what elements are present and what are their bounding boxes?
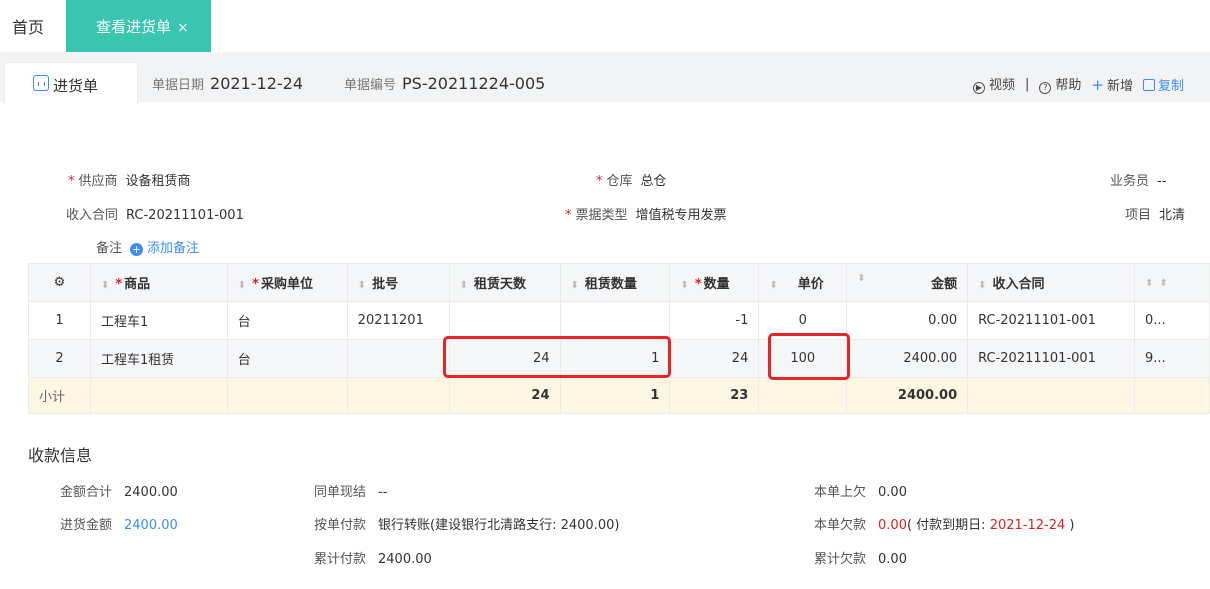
due-date: 2021-12-24 — [989, 518, 1066, 533]
doc-date-label: 单据日期 — [152, 78, 205, 93]
sort-icon: ⬍ — [459, 280, 468, 291]
total-amount: 金额合计 2400.00 — [60, 485, 178, 500]
add-button[interactable]: + 新增 — [1091, 75, 1133, 94]
add-note-button[interactable]: + 添加备注 — [130, 241, 199, 256]
toolbar-separator: | — [1024, 76, 1030, 92]
salesman-field: 业务员 -- — [1110, 174, 1167, 189]
col-more[interactable]: ⬍ ⬍ — [1134, 263, 1210, 302]
doc-number-label: 单据编号 — [344, 78, 397, 93]
cumulative-payment: 累计付款 2400.00 — [314, 552, 432, 567]
col-unit[interactable]: ⬍ * 采购单位 — [226, 263, 348, 302]
settings-cell[interactable]: ⚙ — [28, 263, 91, 302]
highlight-box-price — [768, 333, 850, 380]
table-row[interactable]: 1 工程车1 台 20211201 -1 0 0.00 RC-20211101-… — [28, 301, 1210, 340]
col-batch[interactable]: ⬍ 批号 — [346, 263, 450, 302]
close-icon[interactable]: × — [177, 20, 189, 36]
copy-icon — [1142, 78, 1155, 91]
doc-number: 单据编号 PS-20211224-005 — [344, 74, 545, 93]
col-contract[interactable]: ⬍ 收入合同 — [967, 263, 1136, 302]
note-field: 备注 + 添加备注 — [96, 241, 200, 256]
highlight-box-rent — [443, 336, 671, 378]
purchase-amount: 进货金额 2400.00 — [60, 518, 178, 533]
col-qty[interactable]: ⬍ * 数量 — [669, 263, 760, 302]
sort-icon: ⬍ — [978, 280, 987, 291]
video-button[interactable]: ▶ 视频 — [972, 74, 1015, 94]
warehouse-value[interactable]: 总仓 — [641, 174, 667, 189]
plus-circle-icon: + — [130, 243, 144, 256]
sort-icon: ⬍ — [570, 280, 579, 291]
help-button[interactable]: ? 帮助 — [1039, 74, 1081, 94]
play-icon: ▶ — [972, 82, 985, 94]
invoice-type-value[interactable]: 增值税专用发票 — [636, 208, 727, 223]
payment-title: 收款信息 — [28, 446, 93, 465]
tab-label: 查看进货单 — [96, 18, 172, 36]
previous-owed: 本单上欠 0.00 — [814, 485, 907, 500]
sort-icon: ⬍ — [100, 280, 110, 291]
contract-value[interactable]: RC-20211101-001 — [126, 208, 244, 223]
project-value[interactable]: 北清 — [1159, 208, 1185, 223]
tab-view-purchase[interactable]: 查看进货单 × — [66, 0, 211, 52]
bill-payment: 按单付款 银行转账(建设银行北清路支行: 2400.00) — [314, 518, 620, 533]
plus-icon: + — [1091, 75, 1104, 94]
warehouse-field: * 仓库 总仓 — [596, 174, 667, 189]
sort-icon: ⬍ — [237, 280, 247, 291]
sort-icon: ⬍ — [680, 280, 689, 291]
supplier-value[interactable]: 设备租赁商 — [126, 174, 191, 189]
bill-owed: 本单欠款 0.00( 付款到期日: 2021-12-24 ) — [814, 518, 1075, 533]
doc-tab[interactable]: 进货单 — [4, 62, 138, 104]
copy-button[interactable]: 复制 — [1142, 75, 1184, 94]
table-header: ⚙ ⬍ * 商品 ⬍ * 采购单位 ⬍ 批号 ⬍ 租赁天数 ⬍ 租赁数量 ⬍ * 数量 ⬍ 单价 ⬍… — [28, 263, 1210, 302]
document-icon — [33, 75, 49, 91]
sort-icon: ⬍ — [857, 273, 866, 284]
gear-icon: ⚙ — [53, 275, 66, 290]
same-bill-cash: 同单现结 -- — [314, 485, 388, 500]
doc-tab-label: 进货单 — [53, 77, 99, 95]
cumulative-owed: 累计欠款 0.00 — [814, 552, 907, 567]
contract-field: 收入合同 RC-20211101-001 — [66, 208, 244, 223]
sort-icon: ⬍ — [357, 280, 367, 291]
invoice-type-field: * 票据类型 增值税专用发票 — [565, 208, 727, 223]
subtotal-row: 小计 24 1 23 2400.00 — [28, 377, 1210, 414]
toolbar: ▶ 视频 | ? 帮助 + 新增 复制 — [972, 74, 1184, 94]
project-field: 项目 北清 — [1125, 208, 1186, 223]
doc-number-value: PS-20211224-005 — [402, 74, 546, 93]
col-rent-qty[interactable]: ⬍ 租赁数量 — [559, 263, 671, 302]
sort-icon: ⬍ — [1159, 278, 1168, 289]
col-product[interactable]: ⬍ * 商品 — [89, 263, 228, 302]
sort-icon: ⬍ — [1145, 278, 1154, 289]
doc-date-value: 2021-12-24 — [210, 74, 303, 93]
sort-icon: ⬍ — [769, 280, 778, 291]
col-amount[interactable]: ⬍ 金额 — [846, 263, 969, 302]
col-rent-days[interactable]: ⬍ 租赁天数 — [448, 263, 561, 302]
help-icon: ? — [1039, 82, 1052, 94]
supplier-field: * 供应商 设备租赁商 — [68, 174, 191, 189]
doc-date: 单据日期 2021-12-24 — [152, 74, 303, 93]
tab-bar: 首页 查看进货单 × — [0, 0, 1210, 52]
salesman-value[interactable]: -- — [1157, 174, 1166, 189]
tab-home[interactable]: 首页 — [12, 14, 44, 38]
col-price[interactable]: ⬍ 单价 — [758, 263, 848, 302]
